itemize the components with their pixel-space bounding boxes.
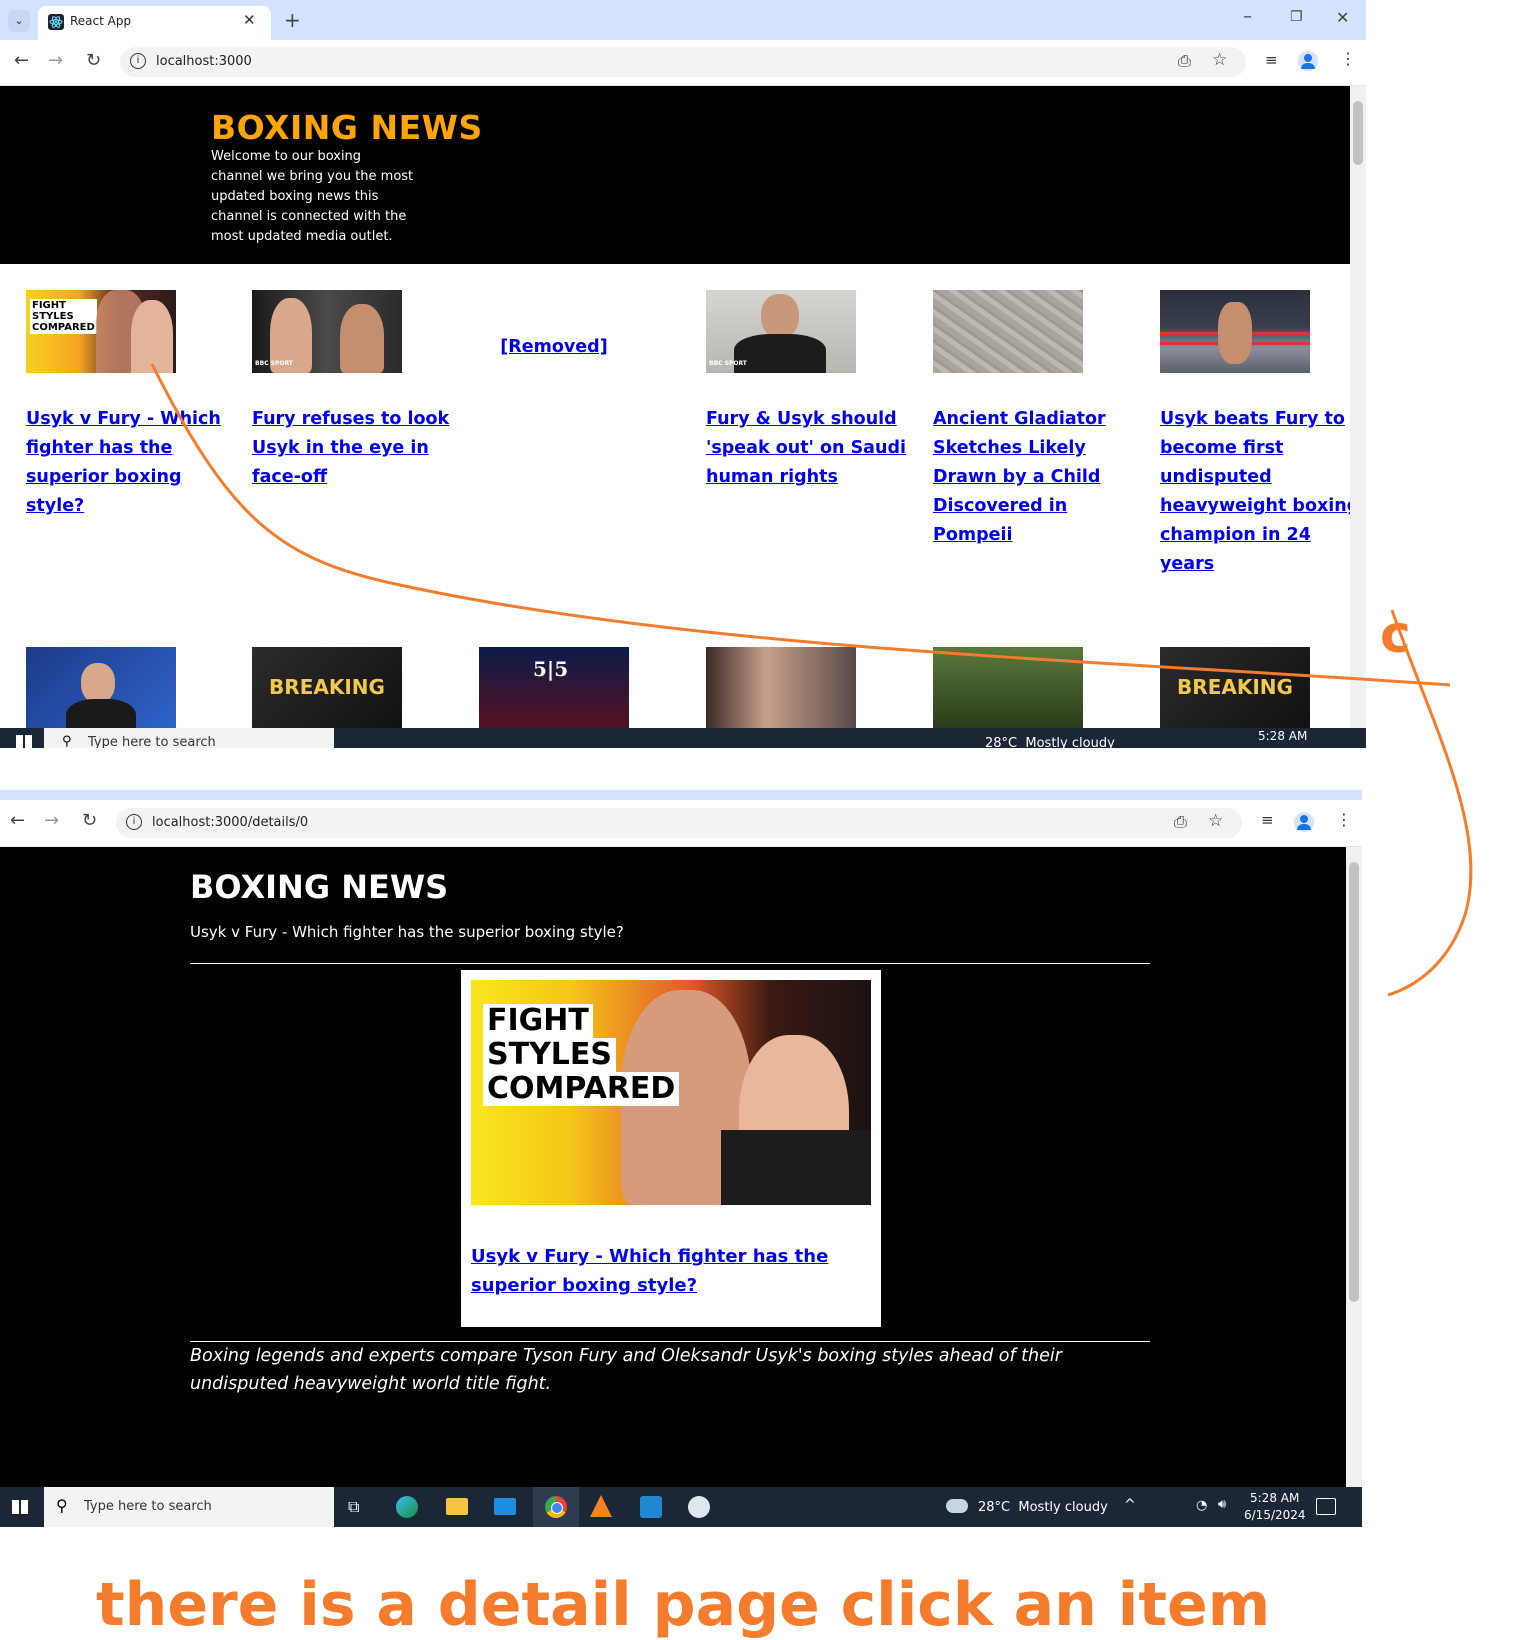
annotation-arrow [150,363,1473,997]
annotation-caption: there is a detail page click an item [96,1570,1271,1640]
annotation-letter: c [1380,605,1411,665]
